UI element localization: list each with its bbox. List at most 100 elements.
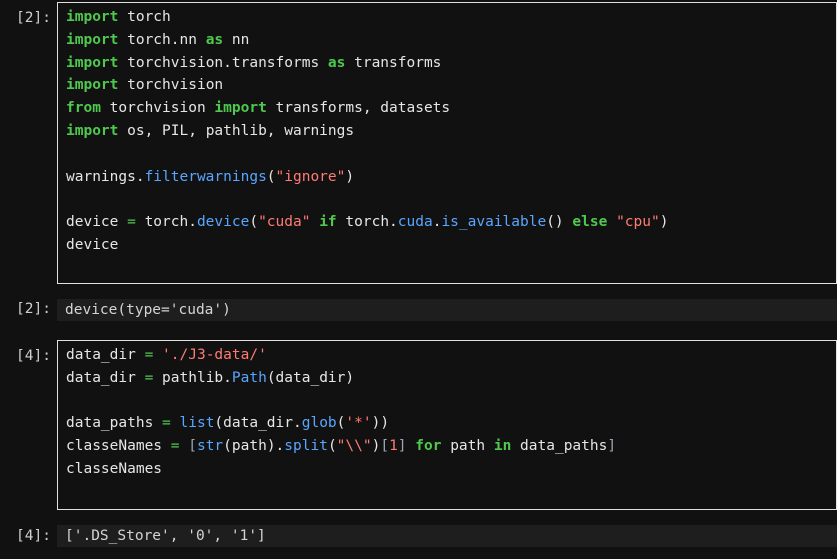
code-token: [ [380,438,390,455]
code-token: device [66,214,128,231]
code-token: "\\" [336,438,372,455]
code-token: '*' [345,415,372,432]
code-token: ] [397,438,407,455]
code-line: data_dir = pathlib.Path(data_dir) [66,367,836,390]
code-token: import [66,77,119,94]
code-token: for [415,438,442,455]
code-content[interactable]: import torch import torch.nn as nn import … [58,3,836,257]
code-token: ( [249,214,259,231]
code-line: import torchvision.transforms as transfo… [66,52,836,75]
code-token: data_dir [66,369,145,386]
code-token: torchvision.transforms [118,54,328,71]
code-line: data_paths = list(data_dir.glob('*')) [66,412,836,435]
code-token: transforms [345,54,442,71]
code-token: device [66,236,119,253]
code-token: "cuda" [258,214,311,231]
code-token: './J3-data/' [162,347,267,363]
code-line: import torch [66,6,836,29]
code-token: [ [188,438,197,455]
code-token: "cpu" [616,214,660,231]
code-token: data_paths [511,438,608,455]
code-token: data_paths [66,415,163,432]
code-token: (data_dir. [214,415,302,432]
code-token: import [66,31,119,48]
code-token: Path [231,369,267,386]
code-token: torch.nn [118,31,206,48]
output-execution-count: [4]: [16,528,51,544]
code-token: data_dir [66,347,145,363]
code-token: transforms, datasets [266,100,451,117]
code-token: ) [659,214,669,231]
code-line: device = torch.device("cuda" if torch.cu… [66,211,836,234]
code-editor[interactable]: import torch import torch.nn as nn import … [57,2,837,284]
code-token: () [546,214,573,231]
code-token: torch. [135,214,197,231]
code-token: = [127,214,136,231]
code-token: as [327,54,346,71]
code-token: torch. [336,214,398,231]
code-token: filterwarnings [144,168,267,185]
code-token: import [214,100,267,117]
code-token: warnings. [66,168,145,185]
code-token: import [66,54,119,71]
code-token: from [66,100,101,117]
code-token: import [66,122,119,139]
code-token: torch [118,9,171,25]
execution-count: [2]: [16,10,51,26]
code-line: device [66,234,836,257]
code-token: torchvision [118,77,224,94]
code-token: device [196,214,250,231]
code-editor[interactable]: data_dir = './J3-data/' data_dir = pathli… [57,340,837,510]
code-token: = [162,415,171,432]
output-area: device(type='cuda') [57,299,837,321]
code-token: classeNames [66,460,163,477]
code-token: ( [327,438,337,455]
code-token: 1 [389,438,398,455]
code-token: (path). [223,438,285,455]
code-token: ) [345,168,355,185]
code-line: data_dir = './J3-data/' [66,344,836,367]
code-token: glob [301,415,337,432]
code-token: torchvision [100,100,215,117]
code-token: = [144,347,154,363]
code-line: from torchvision import transforms, data… [66,97,836,120]
code-token: list [179,415,215,432]
execution-count: [4]: [16,348,51,364]
code-token: classeNames [66,438,171,455]
code-token: pathlib. [153,369,232,386]
code-line: warnings.filterwarnings("ignore") [66,166,836,189]
code-token: ] [607,438,617,455]
code-token: else [572,214,608,231]
code-token: os, PIL, pathlib, warnings [118,122,355,139]
code-token: is_available [441,214,547,231]
code-token: in [493,438,512,455]
code-token: ( [266,168,276,185]
output-text: ['.DS_Store', '0', '1'] [65,528,266,544]
code-line: classeNames = [str(path).split("\\")[1] … [66,435,836,458]
output-area: ['.DS_Store', '0', '1'] [57,525,837,547]
code-line: import os, PIL, pathlib, warnings [66,120,836,143]
code-token: nn [223,31,250,48]
code-token: as [205,31,224,48]
code-token: if [319,214,337,231]
code-line: import torch.nn as nn [66,29,836,52]
output-execution-count: [2]: [16,301,51,317]
code-token: (data_dir) [266,369,355,386]
code-token: str [196,438,224,455]
code-token: cuda [397,214,433,231]
code-token: import [66,9,119,25]
code-line: import torchvision [66,74,836,97]
output-text: device(type='cuda') [65,302,231,318]
code-content[interactable]: data_dir = './J3-data/' data_dir = pathli… [58,341,836,481]
code-token: = [170,438,180,455]
code-line: classeNames [66,458,836,481]
